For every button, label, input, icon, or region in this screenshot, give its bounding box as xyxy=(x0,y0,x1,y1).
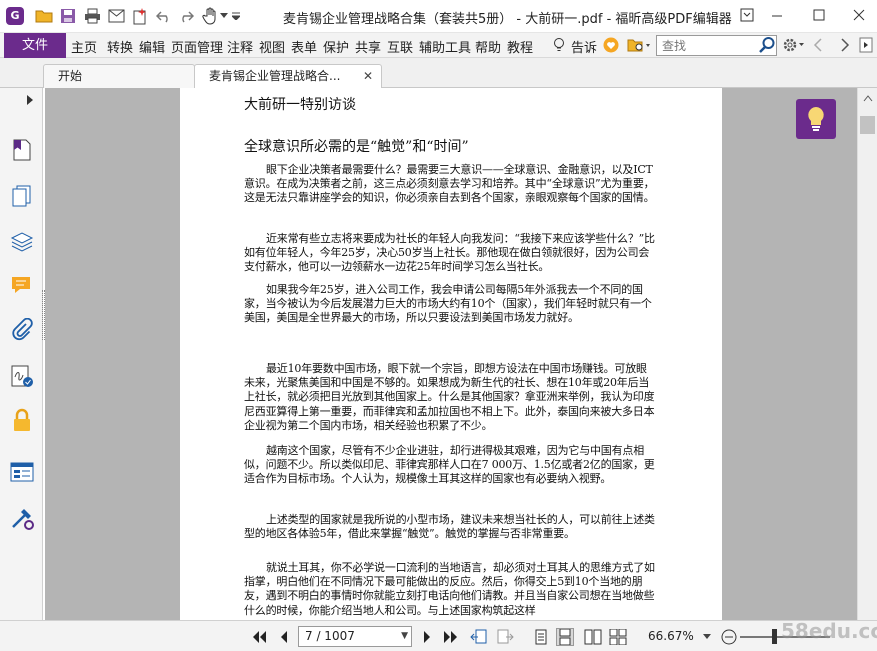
first-page-icon[interactable] xyxy=(250,628,268,646)
menu-convert[interactable]: 转换 xyxy=(107,37,133,56)
ribbon-display-icon[interactable] xyxy=(734,5,760,25)
paragraph-6: 上述类型的国家就是我所说的小型市场，建议未来想当社长的人，可以前往上述类型的地区… xyxy=(244,513,655,541)
page-number-value: 7 / 1007 xyxy=(305,629,355,643)
file-menu-button[interactable]: 文件 xyxy=(4,33,66,58)
zoom-slider-thumb[interactable] xyxy=(772,629,777,644)
paragraph-4: 最近10年要数中国市场，眼下就一个宗旨，即想方设法在中国市场赚钱。可放眼未来，光… xyxy=(244,362,655,432)
navigation-sidebar xyxy=(0,88,43,620)
menu-edit[interactable]: 编辑 xyxy=(139,37,165,56)
app-logo[interactable]: G xyxy=(6,7,24,25)
layers-icon[interactable] xyxy=(10,230,34,254)
paragraph-1: 眼下企业决策者最需要什么？最需要三大意识——全球意识、金融意识，以及ICT意识。… xyxy=(244,163,655,205)
redo-icon[interactable] xyxy=(176,6,196,26)
email-icon[interactable] xyxy=(106,6,126,26)
menu-page-manage[interactable]: 页面管理 xyxy=(171,37,223,56)
single-page-view-icon[interactable] xyxy=(532,628,550,646)
paragraph-5: 越南这个国家，尽管有不少企业进驻，却行进得极其艰难，因为它与中国有点相似，问题不… xyxy=(244,444,655,486)
document-tab-bar: 开始 麦肯锡企业管理战略合... ✕ xyxy=(0,58,877,88)
menu-home[interactable]: 主页 xyxy=(71,37,97,56)
new-document-icon[interactable] xyxy=(130,6,150,26)
save-icon[interactable] xyxy=(58,6,78,26)
undo-icon[interactable] xyxy=(154,6,174,26)
security-lock-icon[interactable] xyxy=(10,408,34,432)
menu-protect[interactable]: 保护 xyxy=(323,37,349,56)
scroll-up-icon[interactable] xyxy=(863,91,873,105)
attachments-icon[interactable] xyxy=(10,317,34,342)
page-heading: 大前研一特别访谈 xyxy=(244,97,356,113)
close-icon[interactable] xyxy=(846,5,872,25)
page-subheading: 全球意识所必需的是“触觉”和“时间” xyxy=(244,139,469,155)
tab-document[interactable]: 麦肯锡企业管理战略合... ✕ xyxy=(194,64,382,88)
zoom-out-icon[interactable] xyxy=(720,628,738,646)
page-thumbnails-icon[interactable] xyxy=(10,184,34,208)
page-dropdown-icon[interactable]: ▼ xyxy=(401,627,408,646)
scrollbar-thumb[interactable] xyxy=(860,116,875,134)
tips-lightbulb-button[interactable] xyxy=(796,99,836,139)
menu-accessibility[interactable]: 辅助工具 xyxy=(419,37,471,56)
vertical-scrollbar[interactable] xyxy=(857,88,877,620)
destinations-icon[interactable] xyxy=(10,506,34,530)
form-fields-icon[interactable] xyxy=(10,460,34,484)
tab-start-label: 开始 xyxy=(58,69,83,83)
last-page-icon[interactable] xyxy=(442,628,460,646)
customize-toolbar-icon[interactable] xyxy=(230,6,242,26)
find-folder-icon[interactable] xyxy=(627,37,651,53)
collapse-ribbon-icon[interactable] xyxy=(859,37,873,53)
heart-icon[interactable] xyxy=(603,37,619,53)
search-icon[interactable] xyxy=(758,36,776,54)
tell-me-label[interactable]: 告诉 xyxy=(571,37,597,56)
status-bar: 7 / 1007 ▼ 66.67% xyxy=(0,620,877,651)
window-title: 麦肯锡企业管理战略合集（套装共5册） - 大前研一.pdf - 福昕高级PDF编… xyxy=(283,12,732,27)
minimize-icon[interactable] xyxy=(764,5,790,25)
zoom-dropdown-icon[interactable] xyxy=(701,628,713,646)
expand-panel-icon[interactable] xyxy=(26,94,36,105)
ribbon-scroll-right-icon[interactable] xyxy=(840,38,852,52)
lightbulb-icon xyxy=(551,37,567,53)
paragraph-2: 近来常有些立志将来要成为社长的年轻人向我发问：“我接下来应该学些什么？”比如有位… xyxy=(244,232,655,274)
zoom-level[interactable]: 66.67% xyxy=(648,629,694,643)
menu-connect[interactable]: 互联 xyxy=(387,37,413,56)
tab-close-icon[interactable]: ✕ xyxy=(363,65,373,87)
previous-view-icon[interactable] xyxy=(470,628,488,646)
tab-start[interactable]: 开始 xyxy=(43,64,195,88)
signature-panel-icon[interactable] xyxy=(10,364,34,388)
menu-help[interactable]: 帮助 xyxy=(475,37,501,56)
page-number-field[interactable]: 7 / 1007 ▼ xyxy=(298,626,412,647)
document-canvas[interactable]: 大前研一特别访谈 全球意识所必需的是“触觉”和“时间” 眼下企业决策者最需要什么… xyxy=(45,88,857,620)
continuous-facing-view-icon[interactable] xyxy=(609,628,627,646)
comments-panel-icon[interactable] xyxy=(10,274,34,298)
next-view-icon[interactable] xyxy=(496,628,514,646)
pdf-page[interactable]: 大前研一特别访谈 全球意识所必需的是“触觉”和“时间” 眼下企业决策者最需要什么… xyxy=(180,88,722,620)
menu-view[interactable]: 视图 xyxy=(259,37,285,56)
facing-view-icon[interactable] xyxy=(584,628,602,646)
menu-form[interactable]: 表单 xyxy=(291,37,317,56)
watermark: 58edu.cc xyxy=(781,619,877,643)
paragraph-7: 就说土耳其，你不必学说一口流利的当地语言，却必须对土耳其人的思维方式了如指掌，明… xyxy=(244,561,655,617)
settings-icon[interactable] xyxy=(782,37,806,53)
menu-share[interactable]: 共享 xyxy=(355,37,381,56)
next-page-icon[interactable] xyxy=(418,628,436,646)
lightbulb-tip-icon xyxy=(808,107,824,131)
hand-tool-icon[interactable] xyxy=(200,6,220,26)
menu-comment[interactable]: 注释 xyxy=(227,37,253,56)
menu-tutorial[interactable]: 教程 xyxy=(507,37,533,56)
paragraph-3: 如果我今年25岁，进入公司工作，我会申请公司每隔5年外派我去一个不同的国家，当今… xyxy=(244,283,652,325)
chevron-down-icon[interactable] xyxy=(218,6,230,26)
title-bar: G 麦肯锡企业管理战略合集（套装共5册） - 大前研一.pdf - 福昕高级PD… xyxy=(0,0,877,33)
bookmark-panel-icon[interactable] xyxy=(10,138,34,162)
ribbon-scroll-left-icon[interactable] xyxy=(813,38,825,52)
print-icon[interactable] xyxy=(82,6,102,26)
continuous-view-icon[interactable] xyxy=(556,628,574,646)
tab-document-label: 麦肯锡企业管理战略合... xyxy=(209,69,341,83)
menu-bar: 文件 主页 转换 编辑 页面管理 注释 视图 表单 保护 共享 互联 辅助工具 … xyxy=(0,33,877,58)
open-folder-icon[interactable] xyxy=(34,6,54,26)
previous-page-icon[interactable] xyxy=(275,628,293,646)
maximize-icon[interactable] xyxy=(806,5,832,25)
